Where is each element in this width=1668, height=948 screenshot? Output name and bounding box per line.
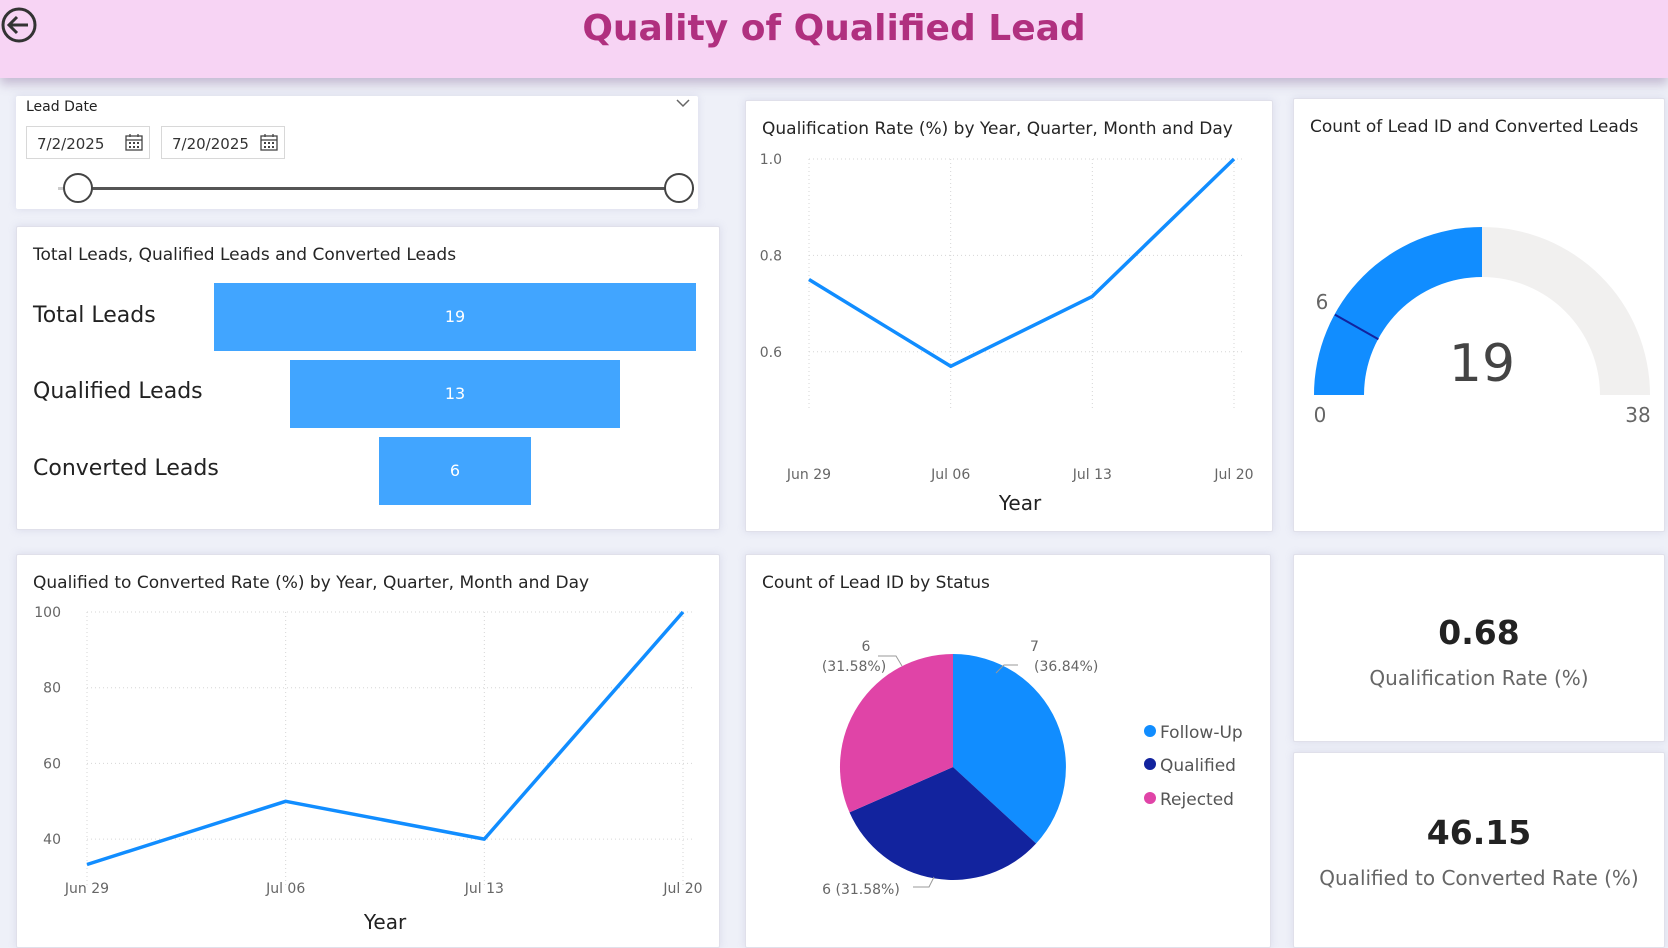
kpi-label: Qualification Rate (%) [1369, 666, 1589, 690]
x-tick-label: Jul 13 [464, 881, 504, 897]
gauge-chart[interactable]: 19 6 0 38 [1294, 99, 1664, 531]
status-pie-card: Count of Lead ID by Status 7 (36.84%) 6 (3… [745, 554, 1271, 948]
series-line [86, 610, 685, 867]
y-tick-label: 0.6 [760, 345, 782, 361]
y-tick-label: 100 [34, 605, 61, 621]
funnel-label: Total Leads [33, 303, 156, 328]
end-date-input[interactable]: 7/20/2025 [161, 126, 285, 159]
qualification-rate-card: Qualification Rate (%) by Year, Quarter,… [745, 100, 1273, 532]
gauge-card: Count of Lead ID and Converted Leads 19 … [1293, 98, 1665, 532]
kpi-label: Qualified to Converted Rate (%) [1319, 866, 1639, 890]
data-label-value: 6 [862, 639, 871, 655]
x-tick-label: Jul 20 [1213, 467, 1253, 483]
x-tick-label: Jul 06 [930, 467, 970, 483]
gauge-max-label: 38 [1625, 403, 1650, 427]
gauge-target-label: 6 [1316, 290, 1329, 314]
legend-label: Qualified [1160, 756, 1236, 776]
legend-dot [1144, 792, 1156, 804]
kpi-value: 0.68 [1438, 613, 1520, 652]
date-slicer[interactable]: Lead Date 7/2/2025 7/20/2025 [16, 96, 698, 209]
funnel-value: 19 [444, 307, 466, 326]
chevron-down-icon[interactable] [676, 96, 690, 112]
start-date-input[interactable]: 7/2/2025 [26, 126, 150, 159]
legend-label: Follow-Up [1160, 723, 1243, 743]
x-tick-label: Jun 29 [786, 467, 831, 483]
funnel-value: 6 [449, 461, 461, 480]
start-date-value: 7/2/2025 [37, 135, 105, 153]
legend-item-rejected[interactable]: Rejected [1144, 790, 1234, 810]
funnel-bar-converted-leads[interactable]: 6 [379, 437, 531, 505]
funnel-bar-total-leads[interactable]: 19 [214, 283, 696, 351]
qualified-to-converted-line-chart[interactable]: 100 80 60 40 Jun 29 Jul 06 Jul 13 Jul 20 Year [17, 555, 719, 947]
legend-dot [1144, 725, 1156, 737]
legend-label: Rejected [1160, 790, 1234, 810]
calendar-icon[interactable] [125, 133, 143, 155]
qualification-rate-line-chart[interactable]: 1.0 0.8 0.6 Jun 29 Jul 06 Jul 13 Jul 20 Year [746, 101, 1272, 531]
kpi-value: 46.15 [1426, 813, 1532, 852]
legend-item-follow-up[interactable]: Follow-Up [1144, 723, 1243, 743]
qualified-to-converted-card: Qualified to Converted Rate (%) by Year,… [16, 554, 720, 948]
y-tick-label: 1.0 [760, 152, 782, 168]
x-tick-label: Jul 20 [662, 881, 702, 897]
y-tick-label: 0.8 [760, 248, 782, 264]
funnel-label: Qualified Leads [33, 379, 203, 404]
slider-start-handle[interactable] [63, 173, 93, 203]
series-line [808, 157, 1236, 369]
x-tick-label: Jul 13 [1072, 467, 1112, 483]
x-tick-label: Jun 29 [64, 881, 109, 897]
funnel-value: 13 [444, 384, 466, 403]
kpi-qualified-to-converted-card: 46.15 Qualified to Converted Rate (%) [1293, 752, 1665, 948]
kpi-qualification-rate-card: 0.68 Qualification Rate (%) [1293, 554, 1665, 742]
leader-line [913, 876, 935, 888]
end-date-value: 7/20/2025 [172, 135, 249, 153]
gauge-min-label: 0 [1314, 403, 1327, 427]
data-label-value: 7 [1030, 639, 1039, 655]
x-axis-title: Year [998, 491, 1042, 515]
legend-dot [1144, 758, 1156, 770]
funnel-bar-qualified-leads[interactable]: 13 [290, 360, 620, 428]
funnel-title: Total Leads, Qualified Leads and Convert… [33, 245, 457, 265]
x-tick-label: Jul 06 [265, 881, 305, 897]
data-label-percent: (31.58%) [822, 659, 886, 675]
y-tick-label: 40 [43, 832, 61, 848]
status-pie-chart[interactable]: 7 (36.84%) 6 (31.58%) 6 (31.58%) [746, 555, 1270, 947]
slider-end-handle[interactable] [664, 173, 694, 203]
y-tick-label: 80 [43, 681, 61, 697]
header-bar: Quality of Qualified Lead [0, 0, 1668, 78]
calendar-icon[interactable] [260, 133, 278, 155]
page-title: Quality of Qualified Lead [582, 8, 1086, 49]
gauge-value: 19 [1449, 334, 1515, 394]
funnel-label: Converted Leads [33, 456, 219, 481]
y-tick-label: 60 [43, 756, 61, 772]
data-label-percent: (36.84%) [1034, 659, 1098, 675]
slicer-title: Lead Date [26, 99, 98, 115]
data-label: 6 (31.58%) [822, 882, 900, 898]
funnel-card: Total Leads, Qualified Leads and Convert… [16, 226, 720, 530]
slider-track[interactable] [76, 187, 694, 190]
legend-item-qualified[interactable]: Qualified [1144, 756, 1236, 776]
x-axis-title: Year [363, 910, 407, 934]
